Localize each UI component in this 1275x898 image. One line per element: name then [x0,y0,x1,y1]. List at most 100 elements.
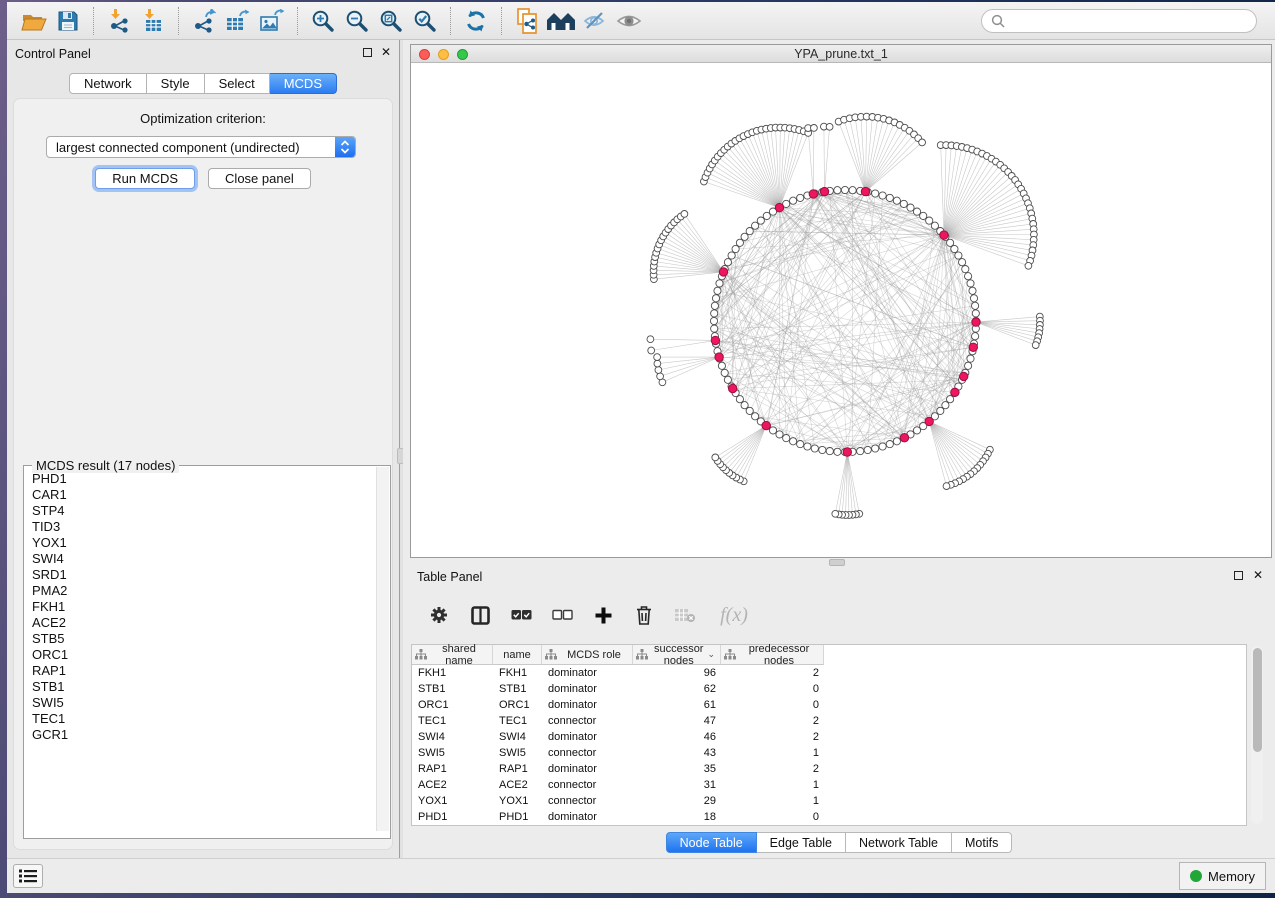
tab-select[interactable]: Select [205,73,270,94]
add-row-icon[interactable] [591,603,615,627]
mcds-result-item[interactable]: FKH1 [25,599,377,615]
search-field[interactable] [981,9,1257,33]
column-header-MCDS-role[interactable]: MCDS role [542,645,633,665]
mcds-result-item[interactable]: TEC1 [25,711,377,727]
close-panel-icon[interactable]: ✕ [381,47,391,57]
table-row[interactable]: SWI5SWI5connector431 [412,745,1246,761]
mcds-result-item[interactable]: YOX1 [25,535,377,551]
select-stepper-icon [335,136,355,158]
save-session-icon[interactable] [51,6,85,36]
cell: dominator [542,681,633,697]
control-panel-title: Control Panel [15,47,91,61]
select-all-icon[interactable] [509,603,533,627]
table-row[interactable]: STB1STB1dominator620 [412,681,1246,697]
task-history-button[interactable] [13,864,43,888]
tab-node-table[interactable]: Node Table [666,832,757,853]
hide-selected-icon[interactable] [578,6,612,36]
cell: dominator [542,729,633,745]
mcds-result-item[interactable]: SWI5 [25,695,377,711]
criterion-select[interactable]: largest connected component (undirected) [46,136,356,158]
table-row[interactable]: ACE2ACE2connector311 [412,777,1246,793]
zoom-in-icon[interactable] [306,6,340,36]
tab-network[interactable]: Network [69,73,147,94]
tab-network-table[interactable]: Network Table [846,832,952,853]
mcds-result-item[interactable]: STB1 [25,679,377,695]
network-title: YPA_prune.txt_1 [411,47,1271,61]
close-panel-button[interactable]: Close panel [208,168,311,189]
memory-button[interactable]: Memory [1179,862,1266,890]
toolbar-separator [450,7,451,35]
tab-mcds[interactable]: MCDS [270,73,337,94]
delete-row-icon[interactable] [632,603,656,627]
mcds-result-group: MCDS result (17 nodes) PHD1CAR1STP4TID3Y… [23,465,391,839]
mcds-result-item[interactable]: SRD1 [25,567,377,583]
network-canvas[interactable] [411,63,1271,557]
cell: 46 [633,729,721,745]
tab-edge-table[interactable]: Edge Table [757,832,846,853]
mcds-result-item[interactable]: STP4 [25,503,377,519]
cell: ORC1 [412,697,493,713]
show-all-icon[interactable] [544,6,578,36]
deselect-all-icon[interactable] [550,603,574,627]
open-file-icon[interactable] [17,6,51,36]
import-table-icon[interactable] [136,6,170,36]
column-header-predecessor-nodes[interactable]: predecessor nodes [721,645,824,665]
table-scrollbar-thumb[interactable] [1253,648,1262,752]
settings-icon[interactable] [427,603,451,627]
run-mcds-button[interactable]: Run MCDS [95,168,195,189]
tab-motifs[interactable]: Motifs [952,832,1012,853]
table-row[interactable]: FKH1FKH1dominator962 [412,665,1246,681]
column-header-name[interactable]: name [493,645,542,665]
zoom-selected-icon[interactable] [408,6,442,36]
show-hidden-icon[interactable] [612,6,646,36]
cell: 18 [633,809,721,825]
table-row[interactable]: YOX1YOX1connector291 [412,793,1246,809]
cell: RAP1 [493,761,542,777]
mcds-result-item[interactable]: PMA2 [25,583,377,599]
float-table-panel-icon[interactable] [1234,571,1243,580]
columns-icon[interactable] [468,603,492,627]
column-header-shared-name[interactable]: shared name [412,645,493,665]
mcds-result-item[interactable]: ACE2 [25,615,377,631]
zoom-out-icon[interactable] [340,6,374,36]
export-table-icon[interactable] [221,6,255,36]
table-row[interactable]: PHD1PHD1dominator180 [412,809,1246,825]
mcds-result-item[interactable]: GCR1 [25,727,377,743]
table-row[interactable]: RAP1RAP1dominator352 [412,761,1246,777]
mcds-result-item[interactable]: CAR1 [25,487,377,503]
fan-nodes [647,113,1043,518]
cell: TEC1 [493,713,542,729]
import-network-icon[interactable] [102,6,136,36]
network-titlebar[interactable]: YPA_prune.txt_1 [411,45,1271,63]
cell: FKH1 [493,665,542,681]
mcds-list-scrollbar[interactable] [376,467,389,831]
mcds-result-item[interactable]: RAP1 [25,663,377,679]
mcds-result-list[interactable]: PHD1CAR1STP4TID3YOX1SWI4SRD1PMA2FKH1ACE2… [25,471,377,831]
search-input[interactable] [1010,14,1256,28]
close-table-panel-icon[interactable]: ✕ [1253,570,1263,580]
export-image-icon[interactable] [255,6,289,36]
mcds-result-item[interactable]: ORC1 [25,647,377,663]
table-row[interactable]: TEC1TEC1connector472 [412,713,1246,729]
mcds-result-item[interactable]: PHD1 [25,471,377,487]
cell: TEC1 [412,713,493,729]
list-icon [19,869,37,883]
refresh-icon[interactable] [459,6,493,36]
search-icon [991,14,1005,28]
cell: RAP1 [412,761,493,777]
float-panel-icon[interactable] [363,48,372,57]
mcds-result-item[interactable]: SWI4 [25,551,377,567]
export-network-icon[interactable] [187,6,221,36]
mcds-result-item[interactable]: TID3 [25,519,377,535]
clone-network-icon[interactable] [510,6,544,36]
column-header-successor-nodes[interactable]: successor nodes⌄ [633,645,721,665]
cell: 1 [721,745,824,761]
tab-style[interactable]: Style [147,73,205,94]
table-row[interactable]: ORC1ORC1dominator610 [412,697,1246,713]
table-row[interactable]: SWI4SWI4dominator462 [412,729,1246,745]
table-toolbar: f(x) [417,594,1261,636]
app-window: Control Panel ✕ NetworkStyleSelectMCDS O… [7,2,1275,893]
zoom-fit-icon[interactable] [374,6,408,36]
table-scrollbar[interactable] [1251,646,1263,824]
mcds-result-item[interactable]: STB5 [25,631,377,647]
